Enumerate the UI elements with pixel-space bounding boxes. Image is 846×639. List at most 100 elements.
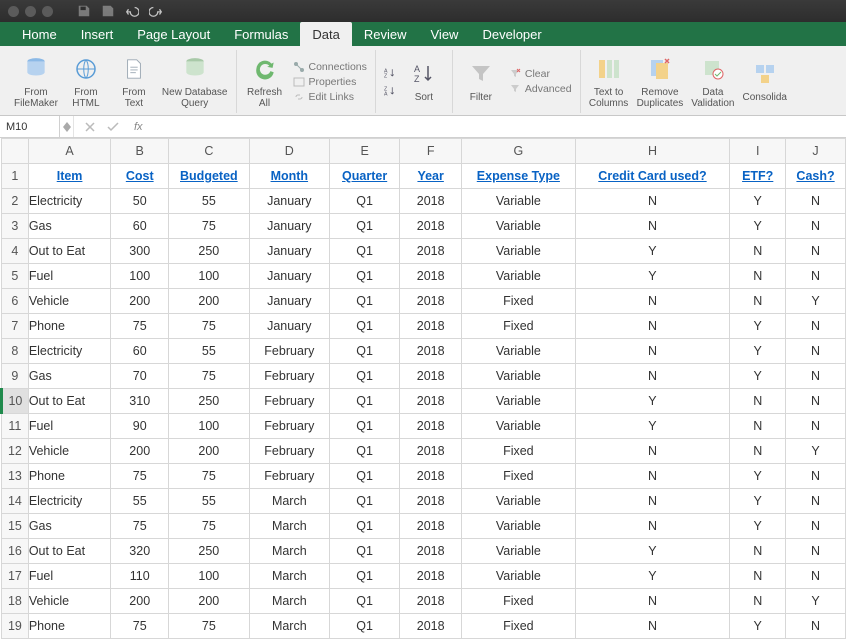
cell[interactable]: Y [575,389,730,414]
cell[interactable]: N [786,339,846,364]
cell[interactable]: January [249,239,329,264]
cell[interactable]: Q1 [330,364,400,389]
cell[interactable]: 75 [111,614,169,639]
cell[interactable]: 2018 [400,439,462,464]
cell[interactable]: N [575,589,730,614]
cell[interactable]: 50 [111,189,169,214]
tab-insert[interactable]: Insert [69,22,126,46]
cell[interactable]: Y [730,339,786,364]
cell[interactable]: Variable [462,264,575,289]
cell[interactable]: March [249,539,329,564]
clear-filter-button[interactable]: Clear [509,68,572,80]
row-header-15[interactable]: 15 [2,514,29,539]
fx-label[interactable]: fx [130,121,143,133]
cell[interactable]: 2018 [400,539,462,564]
cell[interactable]: Q1 [330,514,400,539]
cell[interactable]: N [786,539,846,564]
cell[interactable]: March [249,514,329,539]
cell[interactable]: 200 [111,439,169,464]
cell[interactable]: 200 [169,589,249,614]
cell[interactable]: 55 [169,189,249,214]
cell[interactable]: N [575,214,730,239]
cell[interactable]: 2018 [400,589,462,614]
header-link[interactable]: Expense Type [477,169,560,183]
column-header-D[interactable]: D [249,139,329,164]
save-icon-2[interactable] [101,4,115,18]
cell[interactable]: N [786,564,846,589]
cell[interactable]: January [249,314,329,339]
cell[interactable]: 75 [169,514,249,539]
cell[interactable]: N [786,239,846,264]
cell[interactable]: Variable [462,189,575,214]
cell[interactable]: Phone [28,614,111,639]
header-cell[interactable]: Cash? [786,164,846,189]
cell[interactable]: Y [730,614,786,639]
cell[interactable]: Phone [28,464,111,489]
cell[interactable]: Fuel [28,564,111,589]
cell[interactable]: N [575,489,730,514]
cell[interactable]: 200 [169,289,249,314]
cell[interactable]: N [730,539,786,564]
cell[interactable]: Fixed [462,589,575,614]
cell[interactable]: Variable [462,339,575,364]
cell[interactable]: Y [730,189,786,214]
cell[interactable]: 2018 [400,489,462,514]
row-header-7[interactable]: 7 [2,314,29,339]
cell[interactable]: N [786,264,846,289]
close-dot[interactable] [8,6,19,17]
cell[interactable]: January [249,214,329,239]
cell[interactable]: 2018 [400,564,462,589]
cell[interactable]: N [786,514,846,539]
cell[interactable]: 55 [169,339,249,364]
cell[interactable]: Gas [28,514,111,539]
cell[interactable]: Fixed [462,614,575,639]
cell[interactable]: 75 [169,614,249,639]
column-header-H[interactable]: H [575,139,730,164]
cell[interactable]: Q1 [330,339,400,364]
sort-desc-button[interactable]: ZA [384,85,396,97]
cell[interactable]: 2018 [400,389,462,414]
edit-links-button[interactable]: Edit Links [293,91,367,103]
row-header-17[interactable]: 17 [2,564,29,589]
cell[interactable]: February [249,389,329,414]
cell[interactable]: Vehicle [28,589,111,614]
cell[interactable]: Q1 [330,389,400,414]
cell[interactable]: Y [730,514,786,539]
row-header-1[interactable]: 1 [2,164,29,189]
row-header-10[interactable]: 10 [2,389,29,414]
cell[interactable]: Q1 [330,264,400,289]
cell[interactable]: Out to Eat [28,389,111,414]
cell[interactable]: Variable [462,239,575,264]
cell[interactable]: Variable [462,389,575,414]
new-db-query-button[interactable]: New Database Query [162,55,228,109]
tab-data[interactable]: Data [300,22,351,46]
row-header-14[interactable]: 14 [2,489,29,514]
row-header-13[interactable]: 13 [2,464,29,489]
cell[interactable]: Variable [462,539,575,564]
header-link[interactable]: Month [271,169,308,183]
cell[interactable]: 75 [111,314,169,339]
cell[interactable]: Fixed [462,464,575,489]
remove-duplicates-button[interactable]: Remove Duplicates [637,55,684,109]
header-link[interactable]: Quarter [342,169,387,183]
row-header-8[interactable]: 8 [2,339,29,364]
row-header-12[interactable]: 12 [2,439,29,464]
cell[interactable]: 200 [111,589,169,614]
cell[interactable]: Q1 [330,314,400,339]
header-link[interactable]: Year [417,169,443,183]
cell[interactable]: 75 [169,214,249,239]
cell[interactable]: N [575,289,730,314]
cell[interactable]: Variable [462,489,575,514]
cell[interactable]: N [786,214,846,239]
sort-asc-button[interactable]: AZ [384,67,396,79]
row-header-18[interactable]: 18 [2,589,29,614]
cell[interactable]: Variable [462,364,575,389]
cell[interactable]: N [730,589,786,614]
cell[interactable]: Y [575,239,730,264]
tab-home[interactable]: Home [10,22,69,46]
cell[interactable]: 2018 [400,214,462,239]
row-header-19[interactable]: 19 [2,614,29,639]
cell[interactable]: 2018 [400,614,462,639]
header-cell[interactable]: Expense Type [462,164,575,189]
cell[interactable]: Vehicle [28,289,111,314]
